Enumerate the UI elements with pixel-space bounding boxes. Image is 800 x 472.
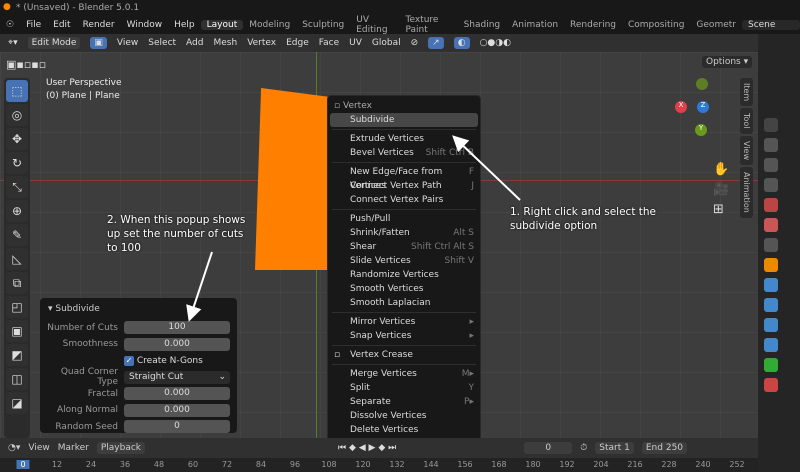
ruler-tick-label: 60 <box>187 460 199 469</box>
stopwatch-icon: ⏱ <box>580 443 588 453</box>
timeline-header: ◔▾ View Marker Playback ⏮ ◆ ◀ ▶ ◆ ⏭ 0 ⏱ … <box>0 438 758 458</box>
arrow-to-cuts <box>186 251 213 322</box>
ruler-tick-label: 132 <box>389 460 405 469</box>
ruler-tick-label: 96 <box>289 460 301 469</box>
ruler-tick-label: 228 <box>661 460 677 469</box>
ruler-tick-label: 12 <box>51 460 63 469</box>
ruler-tick-label: 168 <box>491 460 507 469</box>
start-frame-field[interactable]: Start 1 <box>595 442 634 454</box>
ruler-tick-label: 84 <box>255 460 267 469</box>
ruler-tick-label: 108 <box>321 460 337 469</box>
ruler-tick-label: 192 <box>559 460 575 469</box>
timeline-menu-marker[interactable]: Marker <box>58 443 89 453</box>
ruler-tick-label: 48 <box>153 460 165 469</box>
ruler-tick-label: 72 <box>221 460 233 469</box>
end-frame-field[interactable]: End 250 <box>641 442 688 454</box>
timeline-editor-icon[interactable]: ◔▾ <box>8 443 20 453</box>
timeline-menu-view[interactable]: View <box>28 443 49 453</box>
ruler-tick-label: 180 <box>525 460 541 469</box>
ruler-tick-label: 120 <box>355 460 371 469</box>
ruler-tick-label: 216 <box>627 460 643 469</box>
ruler-tick-label: 156 <box>457 460 473 469</box>
ruler-tick-label: 0 <box>16 460 30 469</box>
ruler-tick-label: 144 <box>423 460 439 469</box>
ruler-tick-label: 252 <box>729 460 745 469</box>
ruler-tick-label: 24 <box>85 460 97 469</box>
annotation-arrows <box>186 135 521 322</box>
playback-controls[interactable]: ⏮ ◆ ◀ ▶ ◆ ⏭ <box>338 443 396 453</box>
frame-ruler[interactable]: 0 12 24 36 48 60 72 84 96 108 120 132 144 156 168 180 19… <box>0 458 758 472</box>
ruler-tick-label: 240 <box>695 460 711 469</box>
ruler-tick-label: 204 <box>593 460 609 469</box>
current-frame-field[interactable]: 0 <box>524 442 573 454</box>
arrow-to-subdivide <box>452 135 521 201</box>
ruler-tick-label: 36 <box>119 460 131 469</box>
timeline-menu-playback[interactable]: Playback <box>96 442 146 454</box>
